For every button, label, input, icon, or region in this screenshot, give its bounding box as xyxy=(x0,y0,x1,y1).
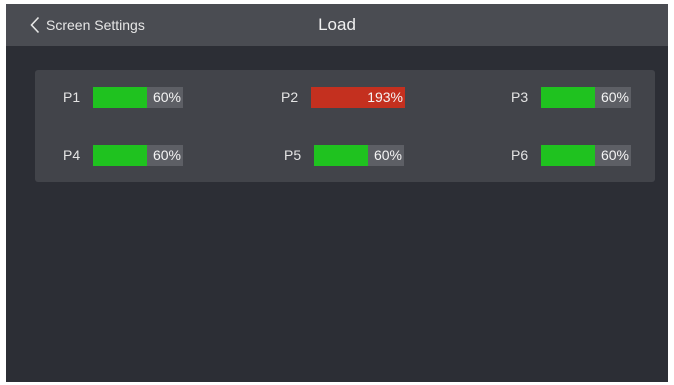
load-value: 60% xyxy=(600,146,629,163)
load-value: 60% xyxy=(152,88,181,105)
back-button-label: Screen Settings xyxy=(46,17,145,33)
load-meter: 60% xyxy=(541,144,631,166)
port-label: P4 xyxy=(63,147,81,163)
load-value: 60% xyxy=(152,146,181,163)
chevron-left-icon xyxy=(30,16,40,34)
port-label: P1 xyxy=(63,89,81,105)
load-meter-fill xyxy=(93,86,147,108)
back-button[interactable]: Screen Settings xyxy=(30,4,145,46)
port-p2: P2 193% xyxy=(281,86,405,108)
load-meter: 60% xyxy=(93,144,183,166)
load-meter: 60% xyxy=(541,86,631,108)
port-label: P6 xyxy=(511,147,529,163)
port-p1: P1 60% xyxy=(63,86,183,108)
top-bar: Screen Settings Load xyxy=(6,4,668,46)
port-label: P3 xyxy=(511,89,529,105)
load-meter-fill xyxy=(541,144,595,166)
port-p4: P4 60% xyxy=(63,144,183,166)
load-value: 193% xyxy=(367,88,403,105)
port-label: P5 xyxy=(284,147,302,163)
load-screen: Screen Settings Load P1 60% P2 193% P3 6… xyxy=(6,4,668,382)
port-p5: P5 60% xyxy=(284,144,404,166)
port-p3: P3 60% xyxy=(511,86,631,108)
load-value: 60% xyxy=(373,146,402,163)
load-meter-fill xyxy=(93,144,147,166)
load-meter: 193% xyxy=(311,86,405,108)
load-meter: 60% xyxy=(314,144,404,166)
load-value: 60% xyxy=(600,88,629,105)
load-meter-fill xyxy=(541,86,595,108)
load-meter-fill xyxy=(314,144,368,166)
load-panel: P1 60% P2 193% P3 60% P4 60% P5 60% P6 6… xyxy=(35,70,655,182)
port-label: P2 xyxy=(281,89,299,105)
port-p6: P6 60% xyxy=(511,144,631,166)
load-meter: 60% xyxy=(93,86,183,108)
